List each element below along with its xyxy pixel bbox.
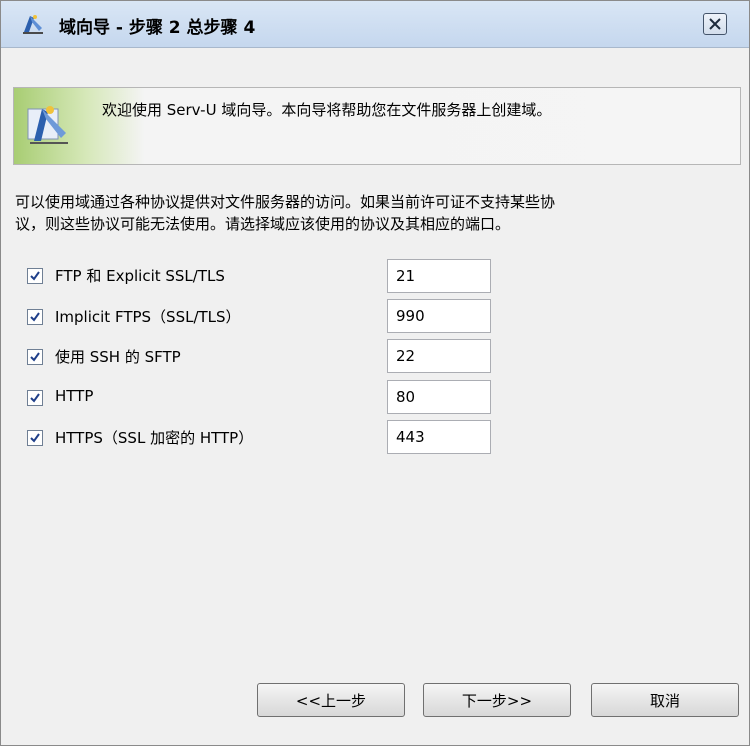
wizard-window: 域向导 - 步骤 2 总步骤 4 欢迎使用 Serv-U 域向导。本向导将帮助您… [0, 0, 750, 746]
description-line: 议，则这些协议可能无法使用。请选择域应该使用的协议及其相应的端口。 [15, 215, 511, 233]
close-button[interactable] [703, 13, 727, 35]
title-bar: 域向导 - 步骤 2 总步骤 4 [1, 1, 749, 48]
back-button[interactable]: <<上一步 [257, 683, 405, 717]
implicit-ftps-checkbox[interactable] [27, 309, 43, 325]
checkmark-icon [30, 393, 40, 403]
http-port-field[interactable] [387, 380, 491, 414]
protocol-description: 可以使用域通过各种协议提供对文件服务器的访问。如果当前许可证不支持某些协 议，则… [15, 191, 735, 235]
checkmark-icon [30, 433, 40, 443]
sftp-label: 使用 SSH 的 SFTP [55, 348, 181, 366]
https-port-field[interactable] [387, 420, 491, 454]
wizard-icon [21, 12, 45, 36]
window-title: 域向导 - 步骤 2 总步骤 4 [59, 18, 256, 38]
ftp-checkbox[interactable] [27, 268, 43, 284]
banner-text: 欢迎使用 Serv-U 域向导。本向导将帮助您在文件服务器上创建域。 [102, 101, 552, 119]
wizard-icon [26, 101, 72, 147]
http-label: HTTP [55, 387, 94, 405]
checkmark-icon [30, 271, 40, 281]
description-line: 可以使用域通过各种协议提供对文件服务器的访问。如果当前许可证不支持某些协 [15, 193, 556, 211]
https-checkbox[interactable] [27, 430, 43, 446]
ftp-label: FTP 和 Explicit SSL/TLS [55, 267, 225, 285]
cancel-button[interactable]: 取消 [591, 683, 739, 717]
checkmark-icon [30, 312, 40, 322]
checkmark-icon [30, 352, 40, 362]
https-label: HTTPS（SSL 加密的 HTTP） [55, 429, 254, 447]
implicit-ftps-label: Implicit FTPS（SSL/TLS） [55, 308, 241, 326]
sftp-checkbox[interactable] [27, 349, 43, 365]
http-checkbox[interactable] [27, 390, 43, 406]
welcome-banner: 欢迎使用 Serv-U 域向导。本向导将帮助您在文件服务器上创建域。 [13, 87, 741, 165]
next-button[interactable]: 下一步>> [423, 683, 571, 717]
close-icon [709, 18, 721, 30]
sftp-port-field[interactable] [387, 339, 491, 373]
ftp-port-field[interactable] [387, 259, 491, 293]
implicit-ftps-port-field[interactable] [387, 299, 491, 333]
